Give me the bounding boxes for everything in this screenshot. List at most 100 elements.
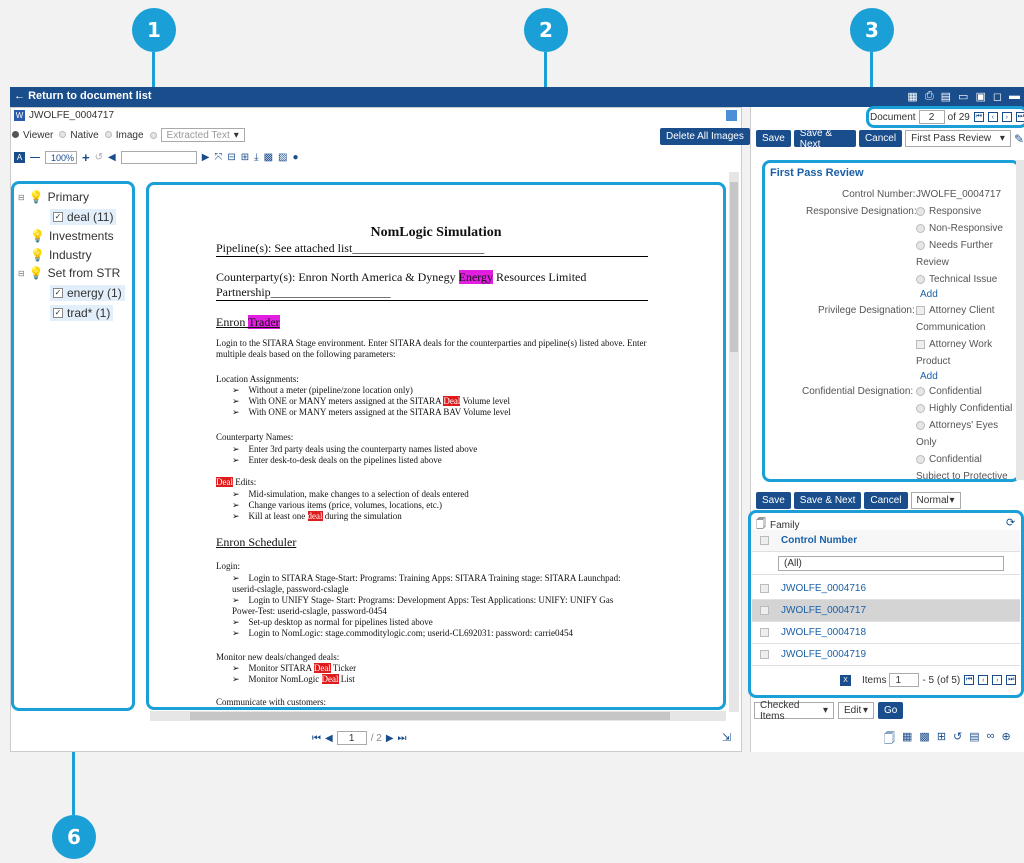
delete-all-images-button[interactable]: Delete All Images: [660, 128, 750, 145]
search-hit-input[interactable]: [120, 151, 197, 164]
pane-icons: 🗍 ▦ ▩ ⊞ ↺ ▤ ∞ ⊕: [884, 730, 1011, 749]
page-input[interactable]: 1: [336, 731, 367, 745]
tree-term-trad[interactable]: ✓ trad* (1): [50, 305, 114, 321]
text-highlight-icon[interactable]: A: [14, 152, 25, 163]
checkbox-icon[interactable]: ✓: [53, 288, 63, 298]
document-id: JWOLFE_0004717: [29, 110, 115, 121]
return-label: Return to document list: [28, 90, 152, 102]
collapse-icon[interactable]: ⊟: [18, 193, 25, 202]
highlight-icon[interactable]: ▨: [278, 152, 287, 163]
save-button-bottom[interactable]: Save: [756, 492, 791, 509]
window-icon[interactable]: ▭: [958, 90, 968, 103]
minimize-icon[interactable]: ▬: [1009, 90, 1020, 103]
coding-scrollbar[interactable]: [1016, 160, 1024, 480]
chevron-down-icon: ▾: [999, 133, 1005, 144]
print-icon[interactable]: ⎙: [925, 90, 934, 103]
edit-pencil-icon[interactable]: ✎: [1014, 132, 1024, 146]
hscroll-thumb[interactable]: [190, 712, 670, 720]
history-pane-icon[interactable]: ↺: [953, 730, 962, 749]
top-bar: ← Return to document list ▦ ⎙ ▤ ▭ ▣ ◻ ▬: [10, 87, 1024, 107]
first-page-icon[interactable]: ⏮: [312, 733, 321, 744]
download-icon[interactable]: ⤓: [254, 152, 258, 163]
rotate-icon[interactable]: ↺: [95, 152, 103, 163]
viewer-toolbar: A — 100% + ↺ ◀ ▶ ⤧ ⊟ ⊞ ⤓ ▩ ▨ ●: [14, 150, 299, 165]
next-page-icon[interactable]: ▶: [386, 733, 394, 744]
return-link[interactable]: ← Return to document list: [14, 90, 152, 102]
horizontal-scrollbar[interactable]: [150, 711, 726, 721]
collapse-icon[interactable]: ⊟: [18, 269, 25, 278]
edit-select[interactable]: Edit ▾: [838, 702, 874, 719]
prev-page-icon[interactable]: ◀: [325, 733, 333, 744]
fit-width-icon[interactable]: ⊟: [227, 152, 235, 163]
chevron-down-icon: ▾: [949, 495, 955, 506]
tree-folder-primary[interactable]: ⊟ 💡 Primary: [18, 190, 89, 204]
chevron-down-icon: ▾: [233, 129, 239, 141]
popout-icon[interactable]: ◻: [993, 90, 1002, 103]
scroll-thumb[interactable]: [730, 182, 738, 352]
highlight-box-family: [748, 510, 1024, 698]
arrow-left-icon: ←: [14, 90, 25, 102]
extracted-text-radio[interactable]: Extracted Text ▾: [149, 128, 245, 142]
vertical-scrollbar[interactable]: [729, 172, 739, 712]
tree-folder-set-from-str[interactable]: ⊟ 💡 Set from STR: [18, 266, 120, 280]
callout-badge-6: 6: [52, 815, 96, 859]
lightbulb-icon: 💡: [30, 248, 45, 262]
coding-toolbar-bottom: Save Save & Next Cancel Normal ▾: [756, 492, 961, 509]
toolbar-icons: ▦ ⎙ ▤ ▭ ▣ ◻ ▬: [907, 90, 1020, 103]
related-pane-icon[interactable]: ▦: [902, 730, 912, 749]
info-icon[interactable]: ●: [293, 152, 299, 163]
panel-icon[interactable]: ▤: [941, 90, 951, 103]
images-pane-icon[interactable]: ▩: [919, 730, 929, 749]
fit-page-icon[interactable]: ⊞: [241, 152, 249, 163]
layout-icon[interactable]: ▣: [975, 90, 985, 103]
image-radio[interactable]: Image: [104, 130, 144, 141]
callout-badge-1: 1: [132, 8, 176, 52]
tree-term-energy[interactable]: ✓ energy (1): [50, 285, 125, 301]
pin-icon[interactable]: ⇲: [722, 731, 731, 744]
save-button[interactable]: Save: [756, 130, 791, 147]
go-button[interactable]: Go: [878, 702, 904, 719]
image-settings-icon[interactable]: [726, 110, 737, 121]
native-radio[interactable]: Native: [59, 130, 99, 141]
word-doc-icon: W: [14, 110, 25, 121]
next-hit-icon[interactable]: ▶: [202, 152, 210, 163]
tree-folder-industry[interactable]: 💡 Industry: [30, 248, 92, 262]
view-mode-bar: Viewer Native Image Extracted Text ▾: [12, 128, 245, 142]
checked-items-select[interactable]: Checked Items ▾: [754, 700, 834, 722]
more-pane-icon[interactable]: ⊕: [1002, 730, 1011, 749]
tree-folder-investments[interactable]: 💡 Investments: [30, 229, 114, 243]
checkbox-icon[interactable]: ✓: [53, 308, 63, 318]
page-navigator: ⏮ ◀ 1 / 2 ▶ ⏭: [312, 731, 407, 745]
last-page-icon[interactable]: ⏭: [398, 733, 407, 744]
lightbulb-icon: 💡: [28, 190, 44, 204]
fit-icon[interactable]: ⤧: [214, 152, 222, 163]
notes-pane-icon[interactable]: ▤: [969, 730, 979, 749]
cancel-button[interactable]: Cancel: [858, 130, 903, 147]
tree-term-deal[interactable]: ✓ deal (11): [50, 209, 117, 225]
highlight-box-doc-nav: [866, 106, 1024, 128]
highlight-box-coding: [762, 160, 1020, 482]
mass-action-bar: Checked Items ▾ Edit ▾ Go: [754, 700, 904, 722]
zoom-in-icon[interactable]: +: [82, 150, 90, 165]
tree-pane-icon[interactable]: ⊞: [937, 730, 946, 749]
save-next-button-bottom[interactable]: Save & Next: [793, 492, 862, 509]
chevron-down-icon: ▾: [862, 705, 868, 716]
callout-badge-3: 3: [850, 8, 894, 52]
coding-toolbar: Save Save & Next Cancel First Pass Revie…: [756, 128, 1024, 150]
layout-select-bottom[interactable]: Normal ▾: [910, 492, 961, 509]
callout-badge-2: 2: [524, 8, 568, 52]
barcode-icon[interactable]: ▦: [907, 90, 917, 103]
checkbox-icon[interactable]: ✓: [53, 212, 63, 222]
redact-icon[interactable]: ▩: [264, 152, 273, 163]
prev-hit-icon[interactable]: ◀: [108, 152, 116, 163]
save-next-button[interactable]: Save & Next: [793, 128, 856, 150]
doc-id-row: W JWOLFE_0004717: [14, 110, 114, 121]
cancel-button-bottom[interactable]: Cancel: [864, 492, 908, 509]
family-pane-icon[interactable]: 🗍: [884, 730, 895, 749]
viewer-radio[interactable]: Viewer: [12, 130, 53, 141]
layout-select[interactable]: First Pass Review ▾: [905, 130, 1011, 147]
zoom-out-icon[interactable]: —: [30, 152, 40, 163]
zoom-select[interactable]: 100%: [45, 151, 77, 164]
chevron-down-icon: ▾: [822, 705, 828, 716]
link-pane-icon[interactable]: ∞: [987, 730, 995, 749]
